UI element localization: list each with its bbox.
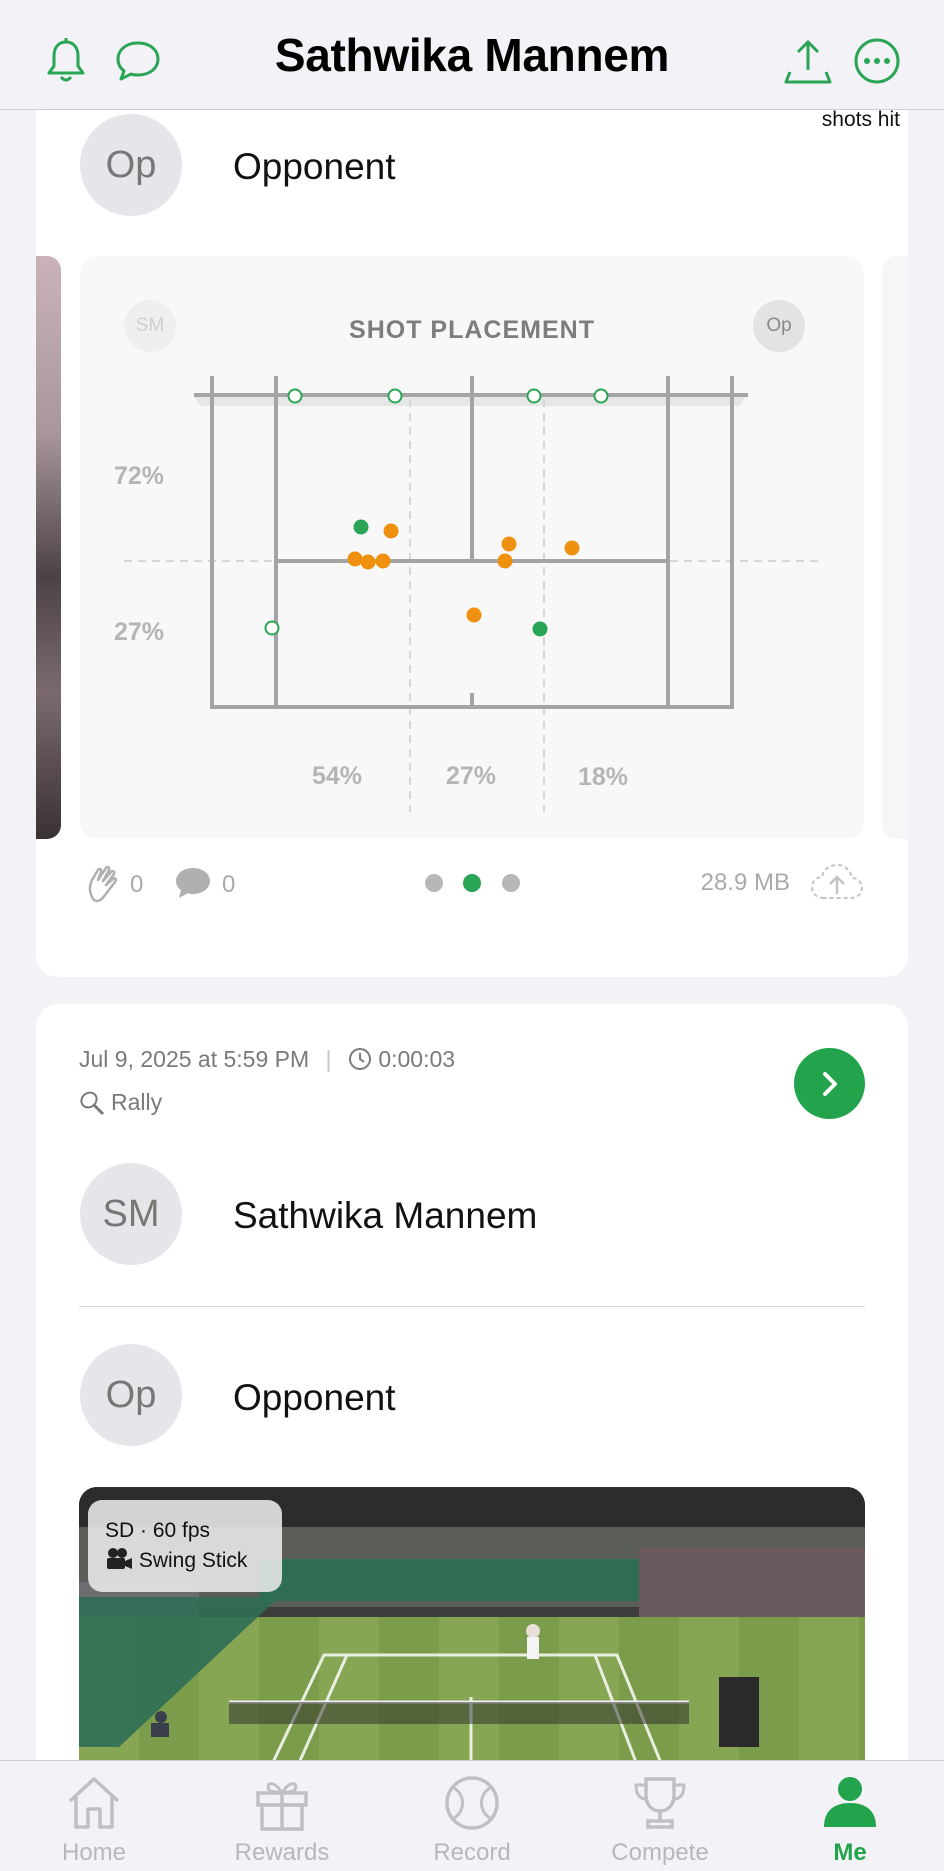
session-duration: 0:00:03 bbox=[378, 1046, 456, 1072]
tennis-racket-icon bbox=[80, 1091, 105, 1115]
tab-me[interactable]: Me bbox=[756, 1761, 944, 1871]
more-options-icon[interactable] bbox=[852, 36, 902, 86]
tennis-ball-icon bbox=[445, 1776, 499, 1830]
video-info-badge: SD · 60 fps Swing Stick bbox=[88, 1500, 282, 1592]
shot-placement-panel: SM Op SHOT PLACEMENT 72% 27% 54% 27% 18% bbox=[80, 256, 864, 839]
shots-label: shots hit bbox=[821, 108, 900, 131]
session-meta: Jul 9, 2025 at 5:59 PM | 0:00:03 bbox=[79, 1046, 455, 1073]
court-diagram bbox=[124, 376, 822, 812]
person-icon bbox=[824, 1777, 876, 1827]
opponent-name: Opponent bbox=[233, 1377, 396, 1418]
tab-record[interactable]: Record bbox=[378, 1761, 566, 1871]
video-source: Swing Stick bbox=[138, 1549, 248, 1572]
house-icon bbox=[68, 1777, 120, 1829]
clock-icon bbox=[348, 1048, 371, 1070]
pager-dot-2[interactable] bbox=[463, 874, 481, 892]
session-date: Jul 9, 2025 at 5:59 PM bbox=[79, 1046, 310, 1072]
avatar: SM bbox=[80, 1163, 182, 1265]
tab-home[interactable]: Home bbox=[0, 1761, 188, 1871]
clap-icon[interactable] bbox=[86, 864, 122, 904]
tab-label: Rewards bbox=[234, 1839, 330, 1866]
lane-pct-right: 18% bbox=[578, 763, 629, 791]
video-source-row: Swing Stick bbox=[105, 1546, 282, 1576]
session-activity: Rally bbox=[79, 1089, 162, 1116]
meta-divider: | bbox=[325, 1046, 332, 1072]
depth-pct-short: 27% bbox=[114, 618, 165, 646]
pager-dot-3[interactable] bbox=[502, 874, 520, 892]
share-icon[interactable] bbox=[782, 34, 834, 86]
tab-label: Home bbox=[61, 1839, 127, 1866]
activity-label: Rally bbox=[111, 1089, 163, 1115]
cloud-upload-icon[interactable] bbox=[810, 862, 864, 902]
depth-pct-deep: 72% bbox=[114, 462, 165, 490]
opponent-name: Opponent bbox=[233, 146, 396, 187]
gift-icon bbox=[256, 1782, 308, 1831]
open-session-button[interactable] bbox=[794, 1048, 865, 1119]
chevron-right-icon bbox=[822, 1071, 837, 1096]
tab-rewards[interactable]: Rewards bbox=[188, 1761, 376, 1871]
lane-pct-left: 54% bbox=[312, 762, 363, 790]
divider bbox=[79, 1306, 865, 1307]
next-slide-preview[interactable] bbox=[882, 256, 908, 839]
likes-count: 0 bbox=[130, 871, 144, 898]
top-navigation-bar: Sathwika Mannem bbox=[0, 0, 944, 110]
avatar: Op bbox=[80, 114, 182, 216]
lane-pct-middle: 27% bbox=[446, 762, 497, 790]
shot-markers bbox=[264, 388, 609, 637]
trophy-icon bbox=[634, 1777, 686, 1829]
file-size: 28.9 MB bbox=[700, 869, 790, 896]
comment-icon[interactable] bbox=[174, 866, 212, 900]
tab-label: Compete bbox=[611, 1839, 709, 1866]
tab-label: Record bbox=[433, 1839, 511, 1866]
tab-label: Me bbox=[833, 1839, 867, 1866]
tab-compete[interactable]: Compete bbox=[566, 1761, 754, 1871]
comments-count: 0 bbox=[222, 871, 236, 898]
bottom-tab-bar: Home Rewards Record Compete Me bbox=[0, 1760, 944, 1871]
pager-dot-1[interactable] bbox=[425, 874, 443, 892]
player-name: Sathwika Mannem bbox=[233, 1195, 538, 1236]
camera-icon bbox=[107, 1548, 132, 1569]
previous-slide-preview[interactable] bbox=[36, 256, 61, 839]
avatar: Op bbox=[80, 1344, 182, 1446]
video-quality: SD · 60 fps bbox=[105, 1519, 211, 1542]
